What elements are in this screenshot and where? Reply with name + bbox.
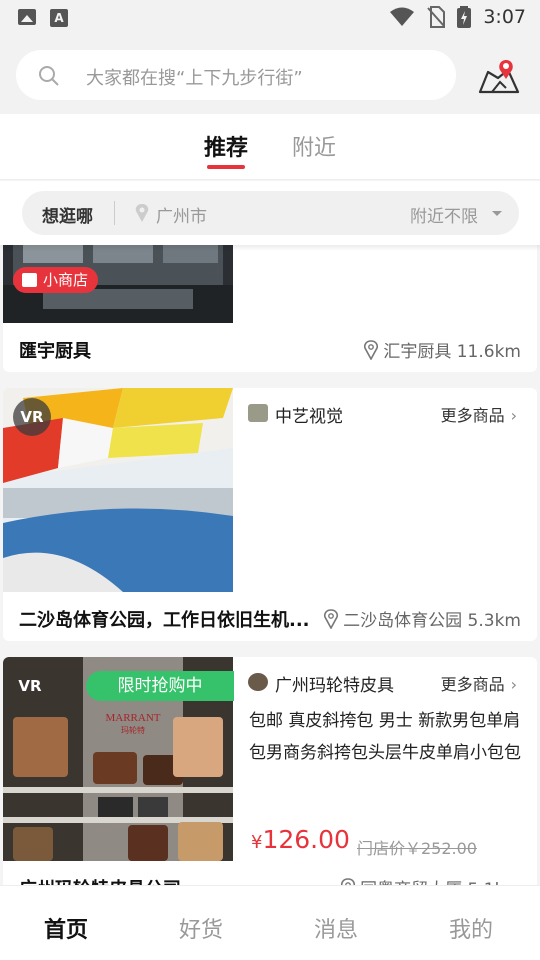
shop-name[interactable]: 中艺视觉 <box>275 402 343 427</box>
card-location: 二沙岛体育公园 5.3km <box>323 606 521 631</box>
shop-logo-icon <box>248 673 268 691</box>
image-notification-icon <box>18 9 36 25</box>
product-price: ¥126.00 <box>251 825 350 854</box>
tab-recommend[interactable]: 推荐 <box>204 130 248 162</box>
card-title: 匯宇厨具 <box>19 341 91 362</box>
nav-profile[interactable]: 我的 <box>449 912 493 944</box>
nav-messages[interactable]: 消息 <box>314 912 358 944</box>
card-title: 广州玛轮特皮具公司 <box>19 875 181 885</box>
shop-logo-icon <box>248 404 268 422</box>
search-box[interactable]: 大家都在搜“上下九步行街” <box>16 50 456 100</box>
tab-nearby[interactable]: 附近 <box>292 130 336 162</box>
map-location-icon[interactable] <box>478 58 520 98</box>
bottom-nav: 首页 好货 消息 我的 <box>0 885 540 960</box>
location-pin-icon <box>324 608 339 629</box>
shop-name[interactable]: 广州玛轮特皮具 <box>275 671 394 696</box>
wifi-icon <box>390 7 415 26</box>
search-header: 大家都在搜“上下九步行街” <box>0 36 540 114</box>
search-placeholder[interactable]: 大家都在搜“上下九步行街” <box>86 64 303 90</box>
chevron-right-icon: › <box>510 675 517 694</box>
vr-badge: VR <box>13 398 51 436</box>
flash-sale-badge: 限时抢购中 <box>86 671 234 701</box>
shop-type-tag: 小商店 <box>13 267 99 293</box>
filter-label: 想逛哪 <box>42 207 93 227</box>
feed-list: 小商店 匯宇厨具 汇宇厨具 11.6km VR 中艺视觉 更多商品 › 二沙岛体… <box>0 245 540 885</box>
more-products-link[interactable]: 更多商品 › <box>441 402 517 426</box>
brand-logo: MARRANT <box>105 712 160 724</box>
chevron-down-icon[interactable] <box>492 211 502 216</box>
status-bar: A 3:07 <box>0 0 540 36</box>
clock: 3:07 <box>483 6 526 28</box>
nav-home[interactable]: 首页 <box>44 912 88 944</box>
vr-badge: VR <box>18 677 42 695</box>
card-title: 二沙岛体育公园，工作日依旧生机... <box>19 610 309 631</box>
product-description: 包邮 真皮斜挎包 男士 新款男包单肩包男商务斜挎包头层牛皮单肩小包包 <box>249 711 521 763</box>
card-location: 汇宇厨具 11.6km <box>363 337 521 362</box>
store-card[interactable]: VR 中艺视觉 更多商品 › 二沙岛体育公园，工作日依旧生机... 二沙岛体育公园… <box>3 388 537 641</box>
more-products-link[interactable]: 更多商品 › <box>441 671 517 695</box>
city-selector[interactable]: 广州市 <box>156 202 207 227</box>
no-sim-icon <box>427 6 446 28</box>
original-price: 门店价￥252.00 <box>357 839 477 858</box>
filter-divider <box>114 201 115 225</box>
battery-icon <box>457 6 472 28</box>
location-pin-icon <box>135 204 149 222</box>
shop-icon <box>22 273 37 287</box>
filter-pill[interactable]: 想逛哪 广州市 附近不限 <box>22 191 519 235</box>
location-pin-icon <box>341 877 356 885</box>
active-tab-indicator <box>207 165 245 169</box>
text-notification-icon: A <box>50 9 68 27</box>
product-card[interactable]: MARRANT 玛轮特 VR 限时抢购中 广州玛轮特皮具 更多商品 › 包邮 真皮… <box>3 657 537 885</box>
shop-row: 中艺视觉 更多商品 › <box>248 402 517 427</box>
store-card[interactable]: 小商店 匯宇厨具 汇宇厨具 11.6km <box>3 245 537 372</box>
range-selector[interactable]: 附近不限 <box>410 202 478 227</box>
shop-row: 广州玛轮特皮具 更多商品 › <box>248 671 517 696</box>
chevron-right-icon: › <box>510 406 517 425</box>
brand-logo-cn: 玛轮特 <box>121 725 145 735</box>
card-location: 同粤商贸大厦 5.1km <box>340 875 521 885</box>
top-tabs: 推荐 附近 <box>0 114 540 180</box>
location-pin-icon <box>364 339 379 360</box>
nav-goods[interactable]: 好货 <box>179 912 223 944</box>
search-icon <box>39 66 59 86</box>
filter-bar: 想逛哪 广州市 附近不限 <box>0 181 540 245</box>
